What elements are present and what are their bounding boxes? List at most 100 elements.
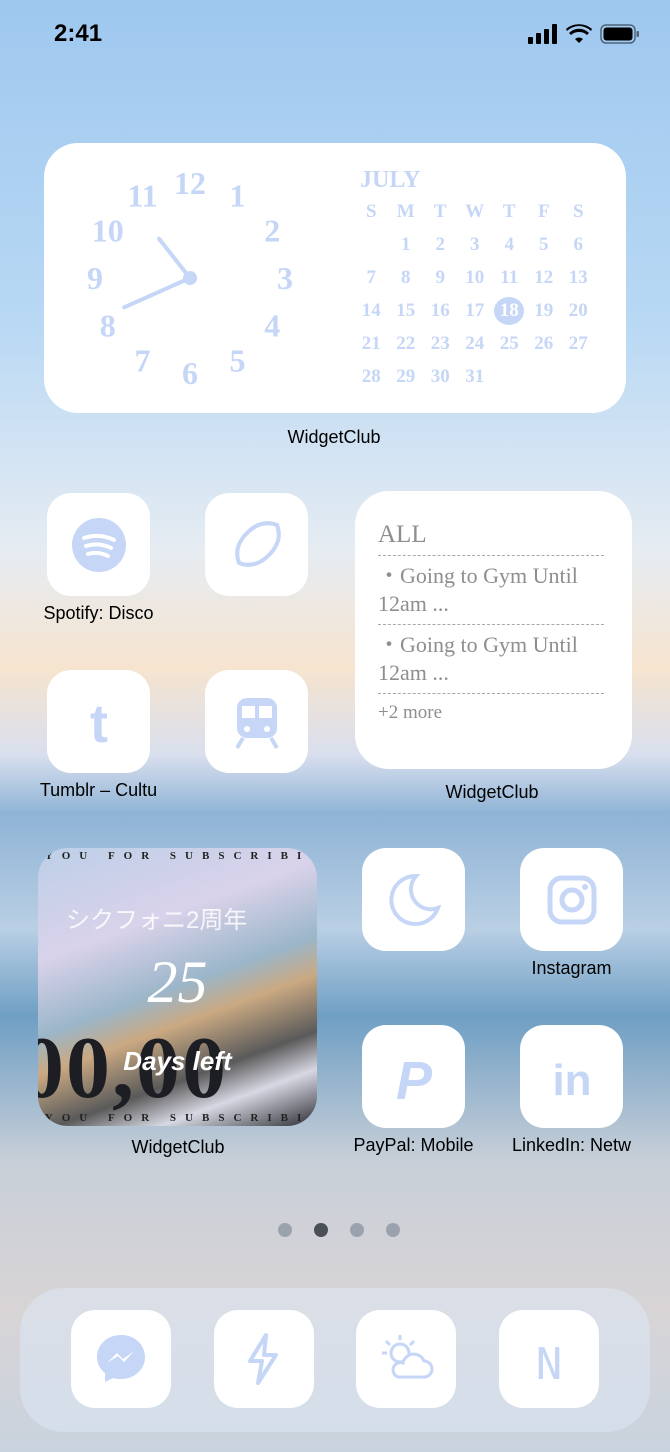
battery-icon [600,24,639,44]
notion-icon: N [536,1339,563,1387]
status-time: 2:41 [54,20,103,47]
clock-numeral: 4 [264,308,280,344]
divider [378,555,604,556]
calendar-day: 26 [534,333,554,354]
clock-numeral: 7 [135,342,151,378]
clock-numeral: 10 [92,213,124,249]
calendar-day [354,231,389,259]
calendar-day: 5 [539,234,549,255]
countdown-number: 25 [147,949,208,1015]
calendar-day: 8 [401,267,411,288]
calendar-day: 29 [396,366,416,387]
calendar-day: 19 [534,300,554,321]
svg-text:t: t [90,694,108,750]
calendar-day: 17 [465,300,485,321]
page-dot[interactable] [350,1223,364,1237]
clock-numeral: 12 [174,165,206,201]
status-icons [528,24,640,44]
clock-numeral: 2 [264,213,280,249]
tumblr-icon: t [90,694,108,750]
calendar-day: 2 [435,234,446,255]
weekday-label: S [572,201,584,222]
paypal-icon: P [395,1051,432,1105]
widget-bottom-text: YOU FOR SUBSCRIBI [44,1112,311,1124]
calendar-day: 15 [396,300,416,321]
calendar-day: 16 [430,300,450,321]
app-label: LinkedIn: Netw [511,1135,632,1155]
linkedin-icon: in [552,1056,591,1105]
calendar-day: 22 [396,333,416,354]
calendar-day: 28 [361,366,381,387]
analog-clock: 12 12 3 45678 9 1011 [87,165,293,391]
todo-item[interactable]: ・Going to Gym Until 12am ... [378,631,604,687]
widget-label: WidgetClub [445,782,539,802]
app-paypal[interactable]: P [362,1025,465,1128]
clock-numeral: 8 [100,308,116,344]
calendar-day: 11 [500,267,519,288]
wifi-icon [566,24,592,43]
todo-item[interactable]: ・Going to Gym Until 12am ... [378,562,604,618]
app-label: Spotify: Disco [43,603,154,623]
app-linkedin[interactable]: in [520,1025,623,1128]
signal-icon [528,24,557,44]
calendar-day: 4 [504,234,515,255]
clock-calendar-widget[interactable]: 12 1 2 3 4 5 6 7 8 9 10 11 JULY S M T W T F S 1 2 3 4 5 6 7 8 9 10 1… [44,143,626,413]
calendar-day: 23 [430,333,450,354]
calendar-day: 1 [401,234,411,255]
dock-lightning[interactable] [214,1310,314,1408]
calendar-day: 31 [465,366,485,387]
minute-hand [122,276,192,310]
svg-text:N: N [536,1339,563,1387]
dock-weather[interactable] [356,1310,456,1408]
clock-numeral: 11 [127,178,157,214]
todo-widget[interactable]: ALL ・Going to Gym Until 12am ... ・Going … [355,491,632,769]
todo-more[interactable]: +2 more [378,702,604,724]
svg-text:P: P [395,1051,432,1105]
clock-numeral: 3 [277,260,293,296]
clock-numeral: 5 [230,342,246,378]
calendar: JULY S M T W T F S 1 2 3 4 5 6 7 8 9 10 11 12 13 14 15 16 17 18 1… [354,167,604,391]
photo-countdown-widget[interactable]: YOU FOR SUBSCRIBI シクフォニ2周年 25 00,00 Days… [38,848,317,1126]
weekday-label: T [433,201,447,222]
weekday-label: F [537,201,550,222]
dock-messenger[interactable] [71,1310,171,1408]
divider [378,624,604,625]
calendar-day: 27 [568,333,588,354]
calendar-day: 9 [435,267,446,288]
page-dot-active[interactable] [314,1223,328,1237]
messenger-icon [97,1335,145,1382]
calendar-month: JULY [360,167,421,193]
app-moon[interactable] [362,848,465,951]
dock-notion[interactable]: N [499,1310,599,1408]
weather-icon [382,1335,434,1379]
spotify-icon [71,517,126,572]
calendar-day: 30 [430,366,450,387]
app-spotify[interactable] [47,493,150,596]
todo-title: ALL [378,521,427,548]
calendar-day: 10 [465,267,485,288]
app-label: Instagram [531,958,612,978]
app-lemon[interactable] [205,493,308,596]
weekday-label: M [396,201,415,222]
calendar-day: 20 [568,300,588,321]
clock-numeral: 9 [87,260,103,296]
app-instagram[interactable] [520,848,623,951]
calendar-day: 13 [568,267,588,288]
widget-top-text: YOU FOR SUBSCRIBI [44,850,311,862]
train-icon [234,697,279,749]
weekday-label: S [365,201,377,222]
app-tumblr[interactable]: t [47,670,150,773]
calendar-day: 12 [534,267,554,288]
moon-icon [388,873,441,926]
calendar-day: 6 [573,234,584,255]
lemon-icon [234,520,281,567]
app-train[interactable] [205,670,308,773]
weekday-label: W [465,201,485,222]
divider [378,693,604,694]
clock-center [183,271,197,285]
page-dot[interactable] [386,1223,400,1237]
widget-label: WidgetClub [131,1137,225,1157]
calendar-today: 18 [494,297,525,325]
page-dot[interactable] [278,1223,292,1237]
calendar-day: 14 [361,300,381,321]
